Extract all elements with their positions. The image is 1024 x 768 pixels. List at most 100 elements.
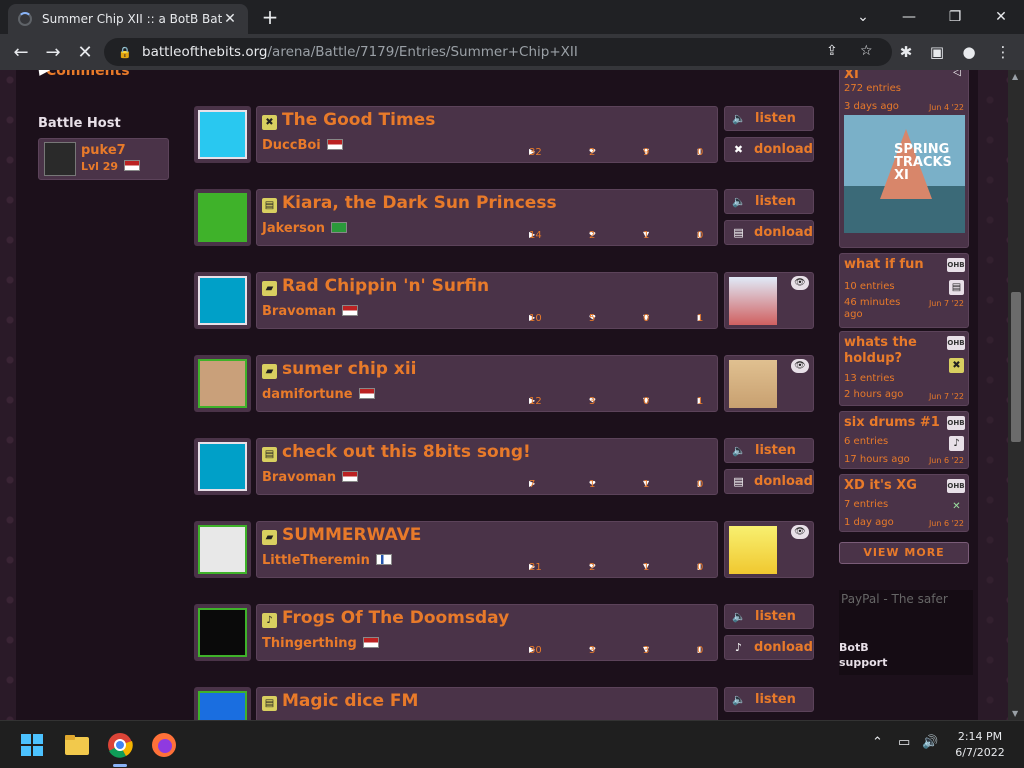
flag-icon: [342, 305, 359, 316]
windows-start-icon[interactable]: [16, 729, 48, 761]
entry-author[interactable]: LittleTheremin: [262, 553, 392, 568]
battle-host-card[interactable]: puke7 Lvl 29: [38, 138, 169, 180]
page-viewport: Comments Battle Host puke7 Lvl 29 ✖ The G…: [0, 70, 1008, 720]
entry-title[interactable]: Rad Chippin 'n' Surfin: [282, 276, 489, 296]
restore-button[interactable]: ❐: [932, 0, 978, 34]
url-path: /arena/Battle/7179/Entries/Summer+Chip+X…: [267, 44, 578, 60]
battle-name[interactable]: XI: [844, 70, 944, 83]
battle-card-whats-the-holdup[interactable]: whats the holdup? OHB ✖ 13 entries 2 hou…: [839, 331, 969, 406]
browser-tab[interactable]: Summer Chip XII :: a BotB Battle ✕: [8, 4, 248, 34]
entry-row: ♪ Frogs Of The Doomsday Thingerthing ▶ 30 ❤ 3 ▼…: [194, 604, 814, 662]
entry-title[interactable]: check out this 8bits song!: [282, 442, 531, 462]
bookmark-star-icon[interactable]: ☆: [860, 43, 873, 59]
entry-title[interactable]: Magic dice FM: [282, 691, 418, 711]
entry-author[interactable]: damifortune: [262, 387, 375, 402]
profile-icon[interactable]: ●: [956, 39, 982, 65]
scroll-down-icon[interactable]: ▼: [1012, 709, 1018, 718]
forward-button[interactable]: →: [40, 39, 66, 65]
entry-title[interactable]: sumer chip xii: [282, 359, 416, 379]
entry-avatar[interactable]: [194, 521, 251, 578]
entry-thumbnail[interactable]: [729, 277, 777, 325]
firefox-icon[interactable]: [148, 729, 180, 761]
listen-button[interactable]: 🔈 listen: [724, 106, 814, 131]
address-bar[interactable]: 🔒 battleofthebits.org/arena/Battle/7179/…: [104, 38, 892, 66]
paypal-donate[interactable]: PayPal - The safer BotB support: [839, 590, 973, 675]
eye-icon[interactable]: 👁: [791, 359, 809, 373]
scroll-up-icon[interactable]: ▲: [1012, 72, 1018, 81]
volume-icon[interactable]: 🔊: [922, 735, 938, 750]
battle-ago: 3 days ago: [844, 101, 899, 112]
download-button[interactable]: ▤ donload: [724, 220, 814, 245]
format-icon: ▤: [733, 475, 744, 488]
back-button[interactable]: ←: [8, 39, 34, 65]
entry-avatar[interactable]: [194, 604, 251, 661]
listen-button[interactable]: 🔈 listen: [724, 438, 814, 463]
chrome-icon[interactable]: [104, 729, 136, 767]
host-level: Lvl 29: [81, 160, 141, 173]
eye-icon[interactable]: 👁: [791, 525, 809, 539]
taskbar-clock[interactable]: 2:14 PM 6/7/2022: [950, 729, 1010, 761]
battle-art-image[interactable]: SPRING TRACKS XI: [844, 115, 965, 233]
share-icon[interactable]: ⇪: [826, 43, 838, 59]
entry-thumbnail[interactable]: [729, 360, 777, 408]
close-window-button[interactable]: ✕: [978, 0, 1024, 34]
entry-thumbnail-box[interactable]: 👁: [724, 521, 814, 578]
network-icon[interactable]: ▭: [898, 735, 910, 750]
entry-author[interactable]: Thingerthing: [262, 636, 379, 651]
battle-name[interactable]: what if fun: [844, 257, 944, 273]
entry-row: ▤ check out this 8bits song! Bravoman ▶ 7 ❤ 1 ▼…: [194, 438, 814, 496]
listen-button[interactable]: 🔈 listen: [724, 604, 814, 629]
scrollbar-thumb[interactable]: [1011, 292, 1021, 442]
download-button[interactable]: ♪ donload: [724, 635, 814, 660]
battle-card-xd-its-xg[interactable]: XD it's XG OHB ✕ 7 entries 1 day ago Jun…: [839, 474, 969, 532]
close-tab-icon[interactable]: ✕: [222, 11, 238, 27]
ohb-badge: OHB: [947, 336, 965, 350]
download-button[interactable]: ✖ donload: [724, 137, 814, 162]
new-tab-button[interactable]: +: [258, 6, 282, 30]
entry-author[interactable]: Jakerson: [262, 221, 348, 236]
tab-search-icon[interactable]: ⌄: [840, 0, 886, 34]
entry-author[interactable]: Bravoman: [262, 304, 359, 319]
entry-title[interactable]: Kiara, the Dark Sun Princess: [282, 193, 557, 213]
battle-card-xi[interactable]: XI 272 entries 3 days ago Jun 4 '22 ◁ SP…: [839, 70, 969, 248]
stop-loading-button[interactable]: ✕: [72, 39, 98, 65]
entry-thumbnail[interactable]: [729, 526, 777, 574]
file-explorer-icon[interactable]: [61, 729, 93, 761]
entry-avatar[interactable]: [194, 106, 251, 163]
entry-title[interactable]: Frogs Of The Doomsday: [282, 608, 509, 628]
entry-title[interactable]: SUMMERWAVE: [282, 525, 421, 545]
view-more-button[interactable]: VIEW MORE: [839, 542, 969, 564]
entry-thumbnail-box[interactable]: 👁: [724, 272, 814, 329]
listen-button[interactable]: 🔈 listen: [724, 687, 814, 712]
page-scrollbar[interactable]: ▲ ▼: [1008, 70, 1024, 720]
extensions-icon[interactable]: ✱: [893, 39, 919, 65]
entry-card: ▰ sumer chip xii damifortune ▶ 12 ❤ 3 ▼ 0 ▮ 1: [256, 355, 718, 412]
speaker-icon: ◁: [953, 70, 961, 78]
clock-time: 2:14 PM: [957, 730, 1003, 743]
listen-button[interactable]: 🔈 listen: [724, 189, 814, 214]
download-button[interactable]: ▤ donload: [724, 469, 814, 494]
ohb-badge: OHB: [947, 258, 965, 272]
entry-author[interactable]: Bravoman: [262, 470, 359, 485]
side-panel-icon[interactable]: ▣: [924, 39, 950, 65]
browser-toolbar: ← → ✕ 🔒 battleofthebits.org/arena/Battle…: [0, 34, 1024, 70]
host-name[interactable]: puke7: [81, 143, 126, 158]
battle-name[interactable]: XD it's XG: [844, 478, 944, 494]
show-hidden-icons[interactable]: ⌃: [872, 735, 883, 750]
battle-name[interactable]: six drums #1: [844, 415, 944, 431]
entry-avatar[interactable]: [194, 687, 251, 720]
comments-link[interactable]: Comments: [46, 70, 130, 79]
entry-thumbnail-box[interactable]: 👁: [724, 355, 814, 412]
entry-avatar[interactable]: [194, 355, 251, 412]
entry-avatar[interactable]: [194, 189, 251, 246]
eye-icon[interactable]: 👁: [791, 276, 809, 290]
battle-card-six-drums[interactable]: six drums #1 OHB ♪ 6 entries 17 hours ag…: [839, 411, 969, 469]
minimize-button[interactable]: —: [886, 0, 932, 34]
entry-avatar[interactable]: [194, 438, 251, 495]
menu-icon[interactable]: ⋮: [990, 39, 1016, 65]
entry-avatar[interactable]: [194, 272, 251, 329]
entry-author[interactable]: DuccBoi: [262, 138, 343, 153]
entry-title[interactable]: The Good Times: [282, 110, 435, 130]
battle-card-what-if-fun[interactable]: what if fun OHB ▤ 10 entries 46 minutes …: [839, 253, 969, 328]
battle-name[interactable]: whats the holdup?: [844, 335, 944, 367]
